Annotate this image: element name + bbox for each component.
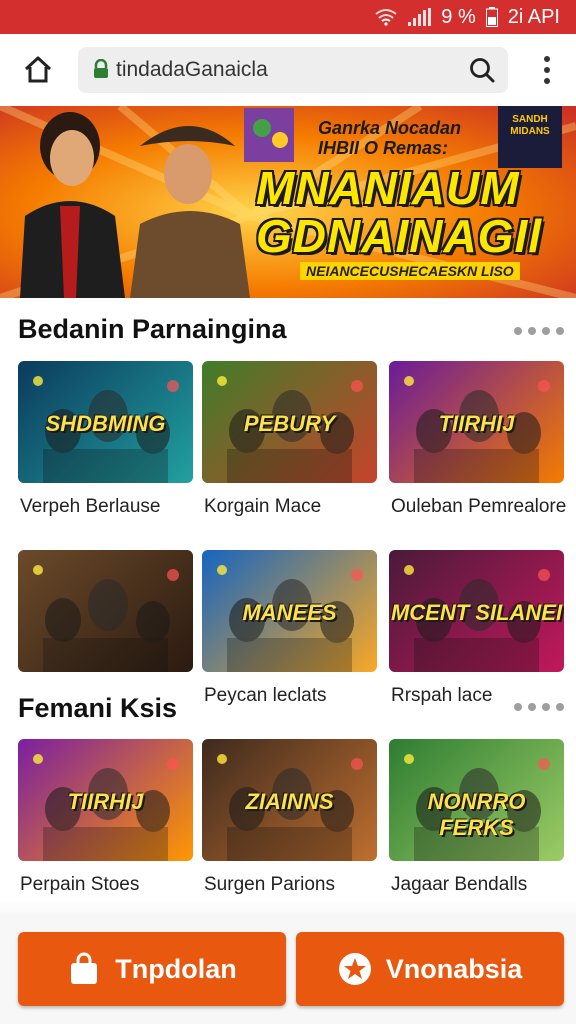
lock-icon [94, 59, 108, 78]
banner-headline-line1: MNANIAUM [256, 162, 520, 214]
game-thumbnail[interactable]: MCENT SILANEI [389, 550, 564, 672]
overflow-menu-icon[interactable] [538, 52, 556, 88]
game-thumbnail[interactable]: PEBURY [202, 361, 377, 483]
banner-subtitle: Ganrka Nocadan IHBII O Remas: [318, 118, 462, 158]
game-card[interactable] [18, 550, 193, 672]
game-card-title[interactable]: Jagaar Bendalls [391, 874, 527, 896]
banner-tagline: NEIANCECUSHECAESKN LISO [300, 262, 520, 280]
game-card-title[interactable]: Korgain Mace [204, 496, 321, 518]
game-card[interactable]: TIIRHIJ [18, 739, 193, 861]
game-card-title[interactable]: Ouleban Pemrealore [391, 496, 566, 518]
battery-percent: 9 % [441, 5, 476, 28]
game-thumbnail[interactable]: SHDBMING [18, 361, 193, 483]
rate-button-label: Vnonabsia [385, 953, 523, 984]
game-thumbnail-title: MCENT SILANEI [390, 600, 563, 625]
game-thumbnail-title: NONRRO FERKS [427, 789, 526, 840]
game-thumbnail[interactable]: TIIRHIJ [389, 361, 564, 483]
bottom-action-bar: Tnpdolan Vnonabsia [0, 914, 576, 1024]
game-thumbnail-title: TIIRHIJ [67, 789, 144, 814]
game-card-title[interactable]: Peycan leclats [204, 685, 327, 707]
url-text: tindadaGanaicla [116, 58, 268, 81]
game-card[interactable]: PEBURY [202, 361, 377, 483]
browser-toolbar: tindadaGanaicla [0, 34, 576, 107]
promo-banner[interactable]: Ganrka Nocadan IHBII O Remas: SANDH MIDA… [0, 106, 576, 298]
banner-headline: MNANIAUM GDNAINAGIl [256, 164, 542, 260]
url-bar[interactable]: tindadaGanaicla [78, 47, 508, 93]
section-title: Bedanin Parnaingina [18, 314, 287, 344]
game-card-title[interactable]: Perpain Stoes [20, 874, 139, 896]
game-card[interactable]: MCENT SILANEI [389, 550, 564, 672]
rate-button[interactable]: Vnonabsia [296, 932, 564, 1006]
shopping-bag-icon [71, 952, 98, 984]
game-card-title[interactable]: Rrspah lace [391, 685, 492, 707]
clock-text: 2i API [507, 5, 560, 28]
game-thumbnail-title: PEBURY [243, 411, 336, 436]
game-thumbnail[interactable]: TIIRHIJ [18, 739, 193, 861]
signal-icon [408, 8, 432, 26]
banner-corner-badge: SANDH MIDANS [498, 106, 562, 168]
home-icon[interactable] [22, 54, 54, 86]
download-button-label: Tnpdolan [115, 953, 237, 984]
search-icon[interactable] [468, 56, 496, 84]
banner-headline-line2: GDNAINAGIl [256, 210, 542, 262]
game-thumbnail-title: ZIAINNS [245, 789, 334, 814]
game-thumbnail[interactable] [18, 550, 193, 672]
download-button[interactable]: Tnpdolan [18, 932, 286, 1006]
game-card-title[interactable]: Surgen Parions [204, 874, 335, 896]
game-card-title[interactable]: Verpeh Berlause [20, 496, 161, 518]
game-card[interactable]: NONRRO FERKS [389, 739, 564, 861]
wifi-icon [375, 9, 397, 26]
section-title: Femani Ksis [18, 693, 178, 723]
game-card[interactable]: TIIRHIJ [389, 361, 564, 483]
game-thumbnail-title: MANEES [242, 600, 337, 625]
status-bar: 9 % 2i API [0, 0, 576, 34]
game-card[interactable]: MANEES [202, 550, 377, 672]
game-thumbnail-title: SHDBMING [45, 411, 166, 436]
battery-icon [485, 7, 498, 27]
game-thumbnail[interactable]: NONRRO FERKS [389, 739, 564, 861]
game-thumbnail-title: TIIRHIJ [438, 411, 515, 436]
game-thumbnail[interactable]: ZIAINNS [202, 739, 377, 861]
star-icon [338, 953, 371, 985]
game-card[interactable]: ZIAINNS [202, 739, 377, 861]
section-more-icon[interactable] [514, 327, 564, 335]
game-card[interactable]: SHDBMING [18, 361, 193, 483]
game-thumbnail[interactable]: MANEES [202, 550, 377, 672]
section-more-icon[interactable] [514, 703, 564, 711]
